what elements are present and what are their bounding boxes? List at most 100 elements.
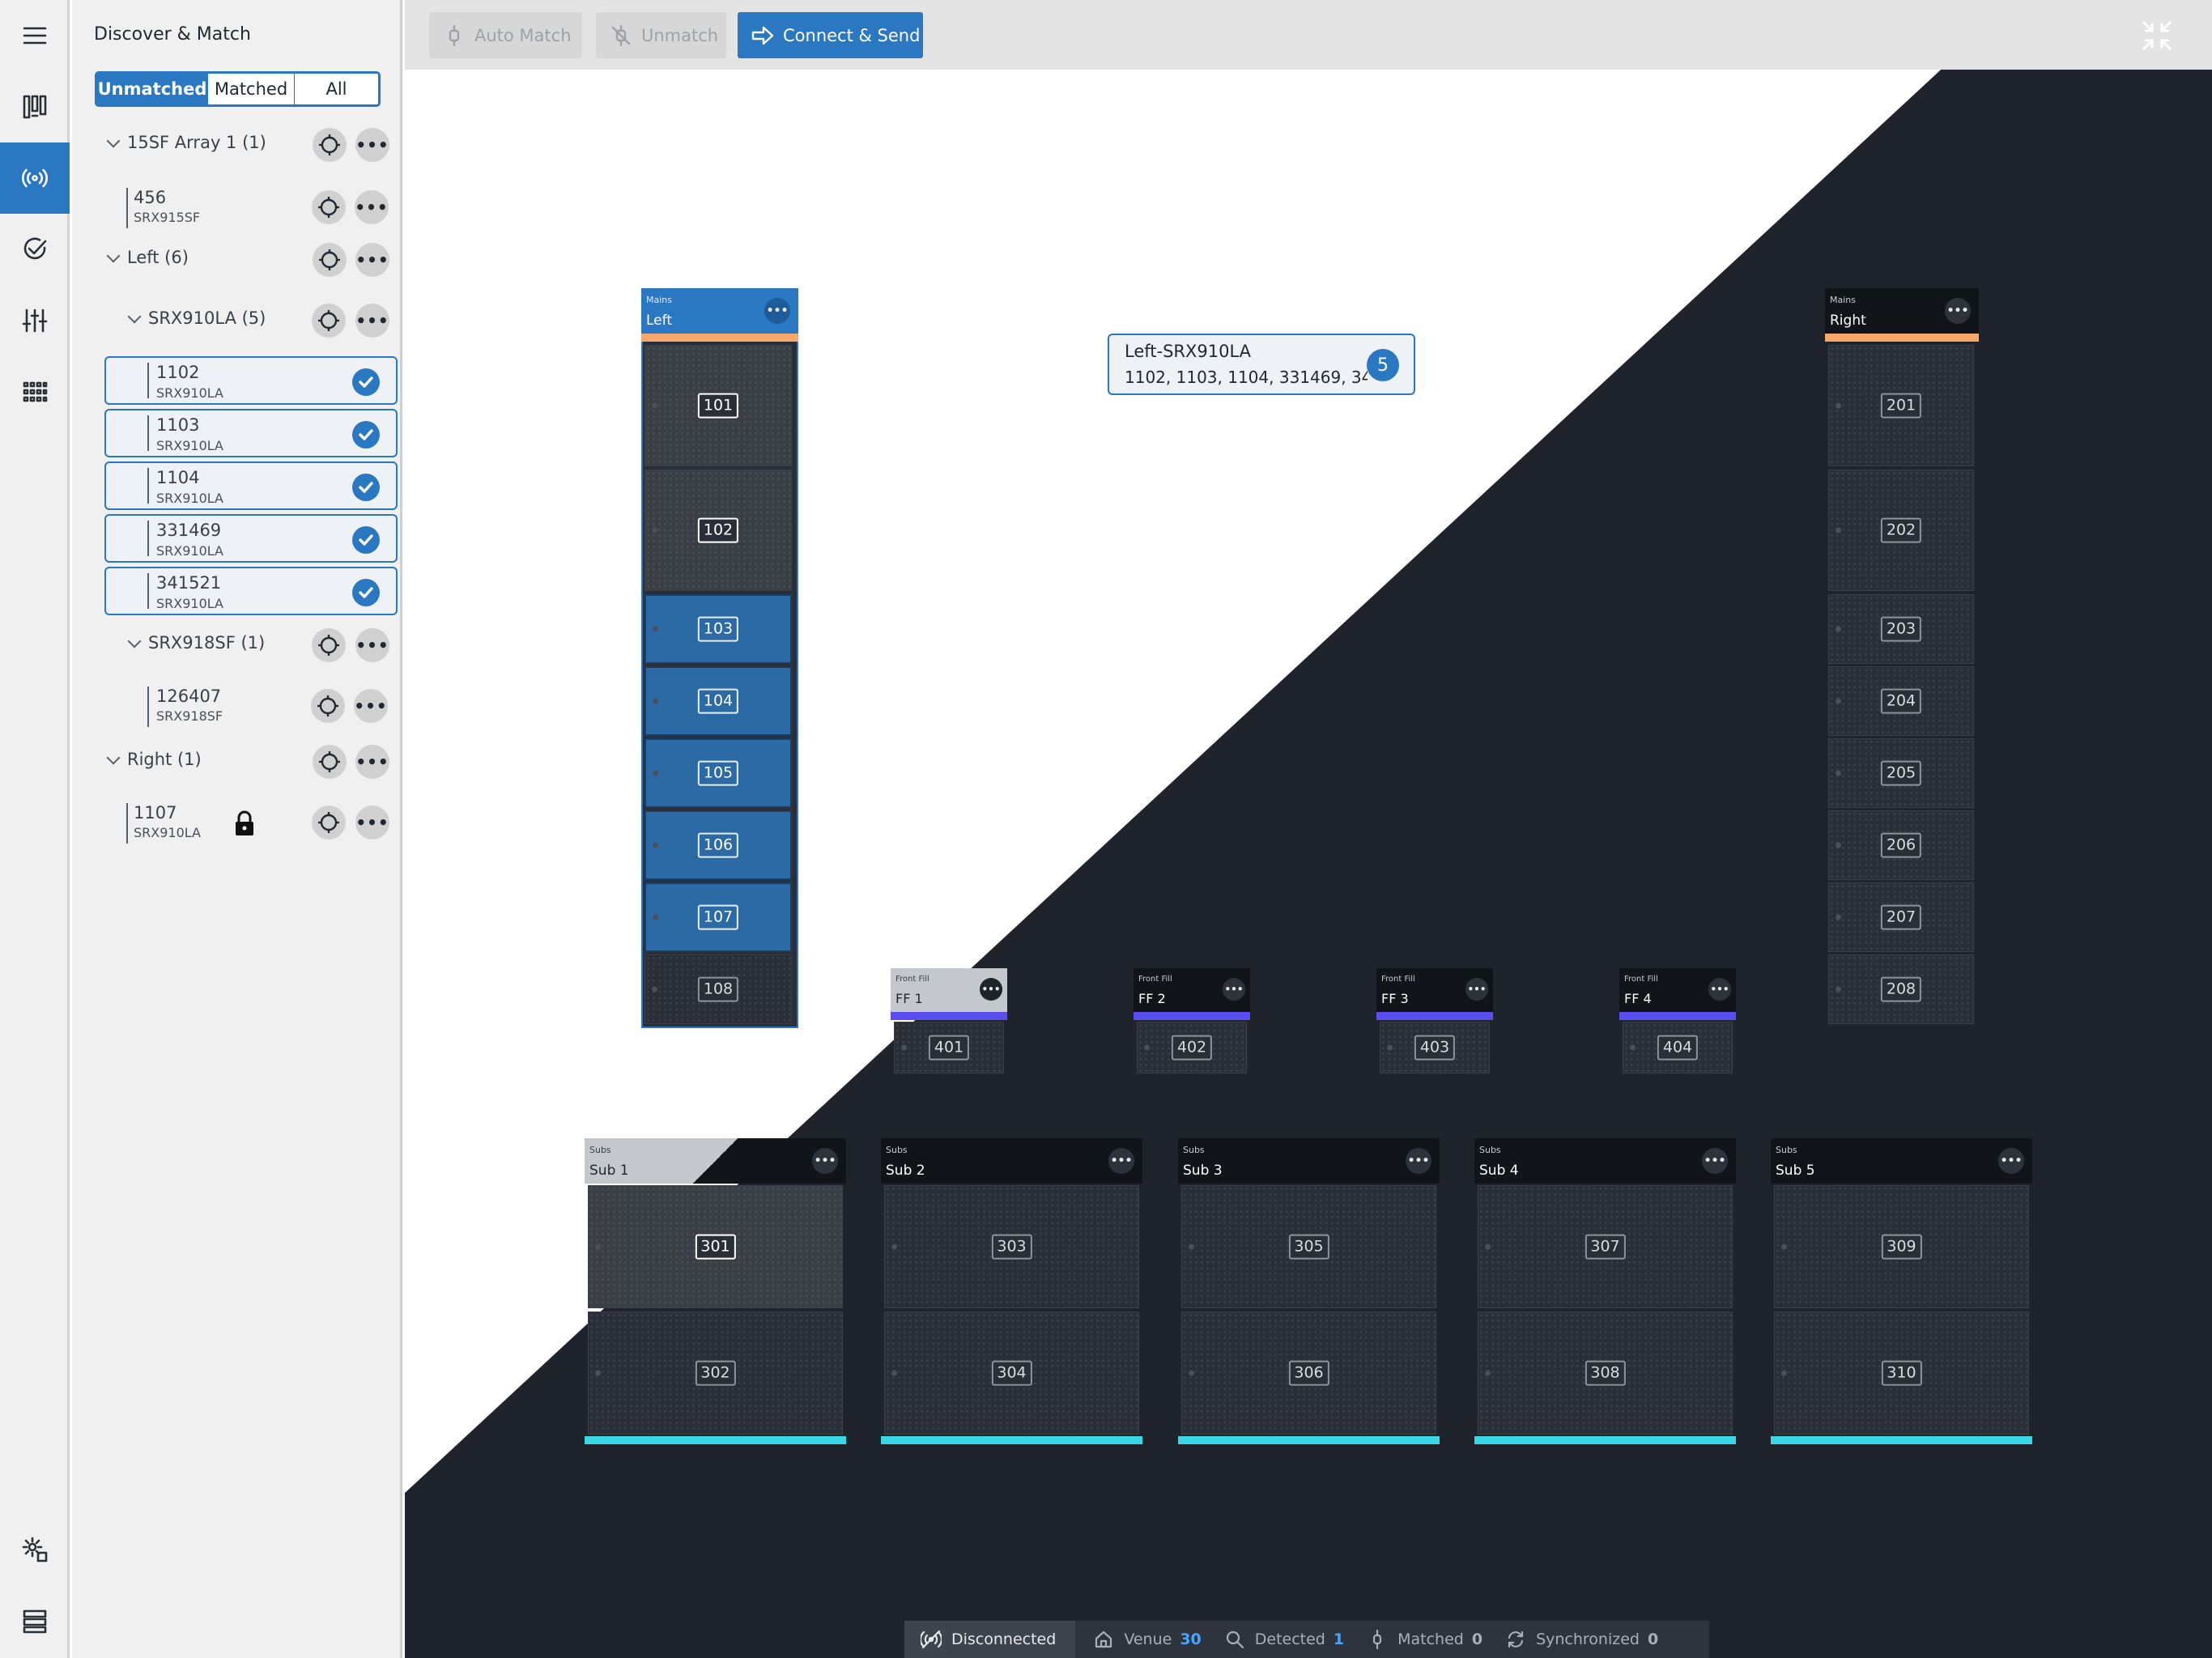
exit-fullscreen-button[interactable] <box>2141 19 2173 52</box>
locate-button[interactable] <box>313 745 347 779</box>
connect-send-button[interactable]: Connect & Send <box>738 12 923 58</box>
cabinet-206[interactable]: 206 <box>1828 810 1974 880</box>
array-sub-3[interactable]: Subs Sub 3 ••• 305 306 <box>1178 1138 1440 1444</box>
array-more-button[interactable]: ••• <box>1108 1148 1134 1174</box>
selected-check-icon[interactable] <box>352 474 380 501</box>
menu-button[interactable] <box>0 0 70 71</box>
cabinet-302[interactable]: 302 <box>588 1312 843 1435</box>
connection-status[interactable]: Disconnected <box>904 1621 1076 1658</box>
locate-button[interactable] <box>312 806 346 840</box>
cabinet-103[interactable]: 103 <box>644 594 792 664</box>
filter-all[interactable]: All <box>294 74 378 104</box>
cabinet-108[interactable]: 108 <box>644 954 792 1024</box>
tree-group-15sf-array[interactable]: 15SF Array 1 (1) ••• <box>72 128 402 162</box>
tree-device-126407[interactable]: 126407 SRX918SF ••• <box>72 682 402 732</box>
array-front-fill-4[interactable]: Front Fill FF 4 ••• 404 <box>1619 968 1736 1075</box>
cabinet-208[interactable]: 208 <box>1828 954 1974 1024</box>
array-sub-1[interactable]: Subs Sub 1 ••• 301 302 <box>585 1138 846 1444</box>
cabinet-402[interactable]: 402 <box>1137 1022 1247 1073</box>
more-button[interactable]: ••• <box>355 128 389 162</box>
chevron-down-icon[interactable] <box>106 249 121 263</box>
array-more-button[interactable]: ••• <box>1945 298 1971 324</box>
tree-device-1103[interactable]: 1103 SRX910LA <box>104 409 398 457</box>
locate-button[interactable] <box>313 243 347 277</box>
array-more-button[interactable]: ••• <box>980 978 1002 1001</box>
chevron-down-icon[interactable] <box>127 309 142 324</box>
array-more-button[interactable]: ••• <box>812 1148 838 1174</box>
cabinet-305[interactable]: 305 <box>1181 1185 1436 1308</box>
device-settings-button[interactable] <box>0 1514 70 1585</box>
tree-group-srx910la[interactable]: SRX910LA (5) ••• <box>72 304 402 338</box>
tree-device-331469[interactable]: 331469 SRX910LA <box>104 514 398 563</box>
array-more-button[interactable]: ••• <box>1708 978 1731 1001</box>
cabinet-101[interactable]: 101 <box>644 345 792 466</box>
more-button[interactable]: ••• <box>355 745 389 779</box>
array-sub-4[interactable]: Subs Sub 4 ••• 307 308 <box>1474 1138 1736 1444</box>
selected-check-icon[interactable] <box>352 421 380 449</box>
unmatch-button[interactable]: Unmatch <box>596 12 726 58</box>
array-front-fill-2[interactable]: Front Fill FF 2 ••• 402 <box>1134 968 1250 1075</box>
cabinet-201[interactable]: 201 <box>1828 345 1974 466</box>
system-canvas[interactable]: Auto Match Unmatch Connect & Send Mains … <box>405 0 2212 1658</box>
chevron-down-icon[interactable] <box>106 134 121 148</box>
array-more-button[interactable]: ••• <box>1465 978 1488 1001</box>
filter-matched[interactable]: Matched <box>207 74 294 104</box>
more-button[interactable]: ••• <box>355 190 389 224</box>
discover-nav-button[interactable] <box>0 142 70 214</box>
more-button[interactable]: ••• <box>355 628 389 662</box>
array-front-fill-3[interactable]: Front Fill FF 3 ••• 403 <box>1376 968 1493 1075</box>
array-more-button[interactable]: ••• <box>1998 1148 2024 1174</box>
array-more-button[interactable]: ••• <box>764 298 790 324</box>
selected-check-icon[interactable] <box>352 579 380 606</box>
chevron-down-icon[interactable] <box>127 634 142 648</box>
cabinet-308[interactable]: 308 <box>1478 1312 1733 1435</box>
device-list-button[interactable] <box>0 1585 70 1656</box>
selected-check-icon[interactable] <box>352 368 380 396</box>
locate-button[interactable] <box>313 128 347 162</box>
cabinet-310[interactable]: 310 <box>1774 1312 2029 1435</box>
tree-device-341521[interactable]: 341521 SRX910LA <box>104 567 398 615</box>
cabinet-309[interactable]: 309 <box>1774 1185 2029 1308</box>
more-button[interactable]: ••• <box>355 806 389 840</box>
locate-button[interactable] <box>312 304 346 338</box>
array-front-fill-1[interactable]: Front Fill FF 1 ••• 401 <box>891 968 1007 1075</box>
locate-button[interactable] <box>312 628 346 662</box>
tree-device-1104[interactable]: 1104 SRX910LA <box>104 461 398 510</box>
cabinet-203[interactable]: 203 <box>1828 594 1974 664</box>
tree-device-1107[interactable]: 1107 SRX910LA ••• <box>72 798 402 848</box>
cabinet-401[interactable]: 401 <box>894 1022 1004 1073</box>
cabinet-204[interactable]: 204 <box>1828 666 1974 736</box>
array-more-button[interactable]: ••• <box>1223 978 1245 1001</box>
cabinet-205[interactable]: 205 <box>1828 738 1974 808</box>
more-button[interactable]: ••• <box>354 689 388 723</box>
chevron-down-icon[interactable] <box>106 750 121 765</box>
cabinet-102[interactable]: 102 <box>644 470 792 591</box>
grid-nav-button[interactable] <box>0 356 70 427</box>
array-left[interactable]: Mains Left ••• 101 102 103 104 105 106 107 108 <box>641 288 798 1028</box>
cabinet-303[interactable]: 303 <box>884 1185 1139 1308</box>
cabinet-107[interactable]: 107 <box>644 882 792 952</box>
arrays-nav-button[interactable] <box>0 71 70 142</box>
array-sub-2[interactable]: Subs Sub 2 ••• 303 304 <box>881 1138 1142 1444</box>
verify-nav-button[interactable] <box>0 214 70 285</box>
locate-button[interactable] <box>311 689 345 723</box>
tree-device-1102[interactable]: 1102 SRX910LA <box>104 356 398 405</box>
more-button[interactable]: ••• <box>355 304 389 338</box>
cabinet-304[interactable]: 304 <box>884 1312 1139 1435</box>
tuning-nav-button[interactable] <box>0 285 70 356</box>
filter-unmatched[interactable]: Unmatched <box>97 74 207 104</box>
cabinet-404[interactable]: 404 <box>1623 1022 1733 1073</box>
tree-group-right[interactable]: Right (1) ••• <box>72 745 402 779</box>
cabinet-403[interactable]: 403 <box>1380 1022 1490 1073</box>
cabinet-307[interactable]: 307 <box>1478 1185 1733 1308</box>
array-more-button[interactable]: ••• <box>1702 1148 1728 1174</box>
array-right[interactable]: Mains Right ••• 201 202 203 204 205 206 207 208 <box>1825 288 1979 1024</box>
selected-check-icon[interactable] <box>352 526 380 554</box>
cabinet-105[interactable]: 105 <box>644 738 792 808</box>
cabinet-104[interactable]: 104 <box>644 666 792 736</box>
tree-group-srx918sf[interactable]: SRX918SF (1) ••• <box>72 628 402 662</box>
auto-match-button[interactable]: Auto Match <box>429 12 582 58</box>
array-sub-5[interactable]: Subs Sub 5 ••• 309 310 <box>1771 1138 2032 1444</box>
locate-button[interactable] <box>312 190 346 224</box>
cabinet-207[interactable]: 207 <box>1828 882 1974 952</box>
